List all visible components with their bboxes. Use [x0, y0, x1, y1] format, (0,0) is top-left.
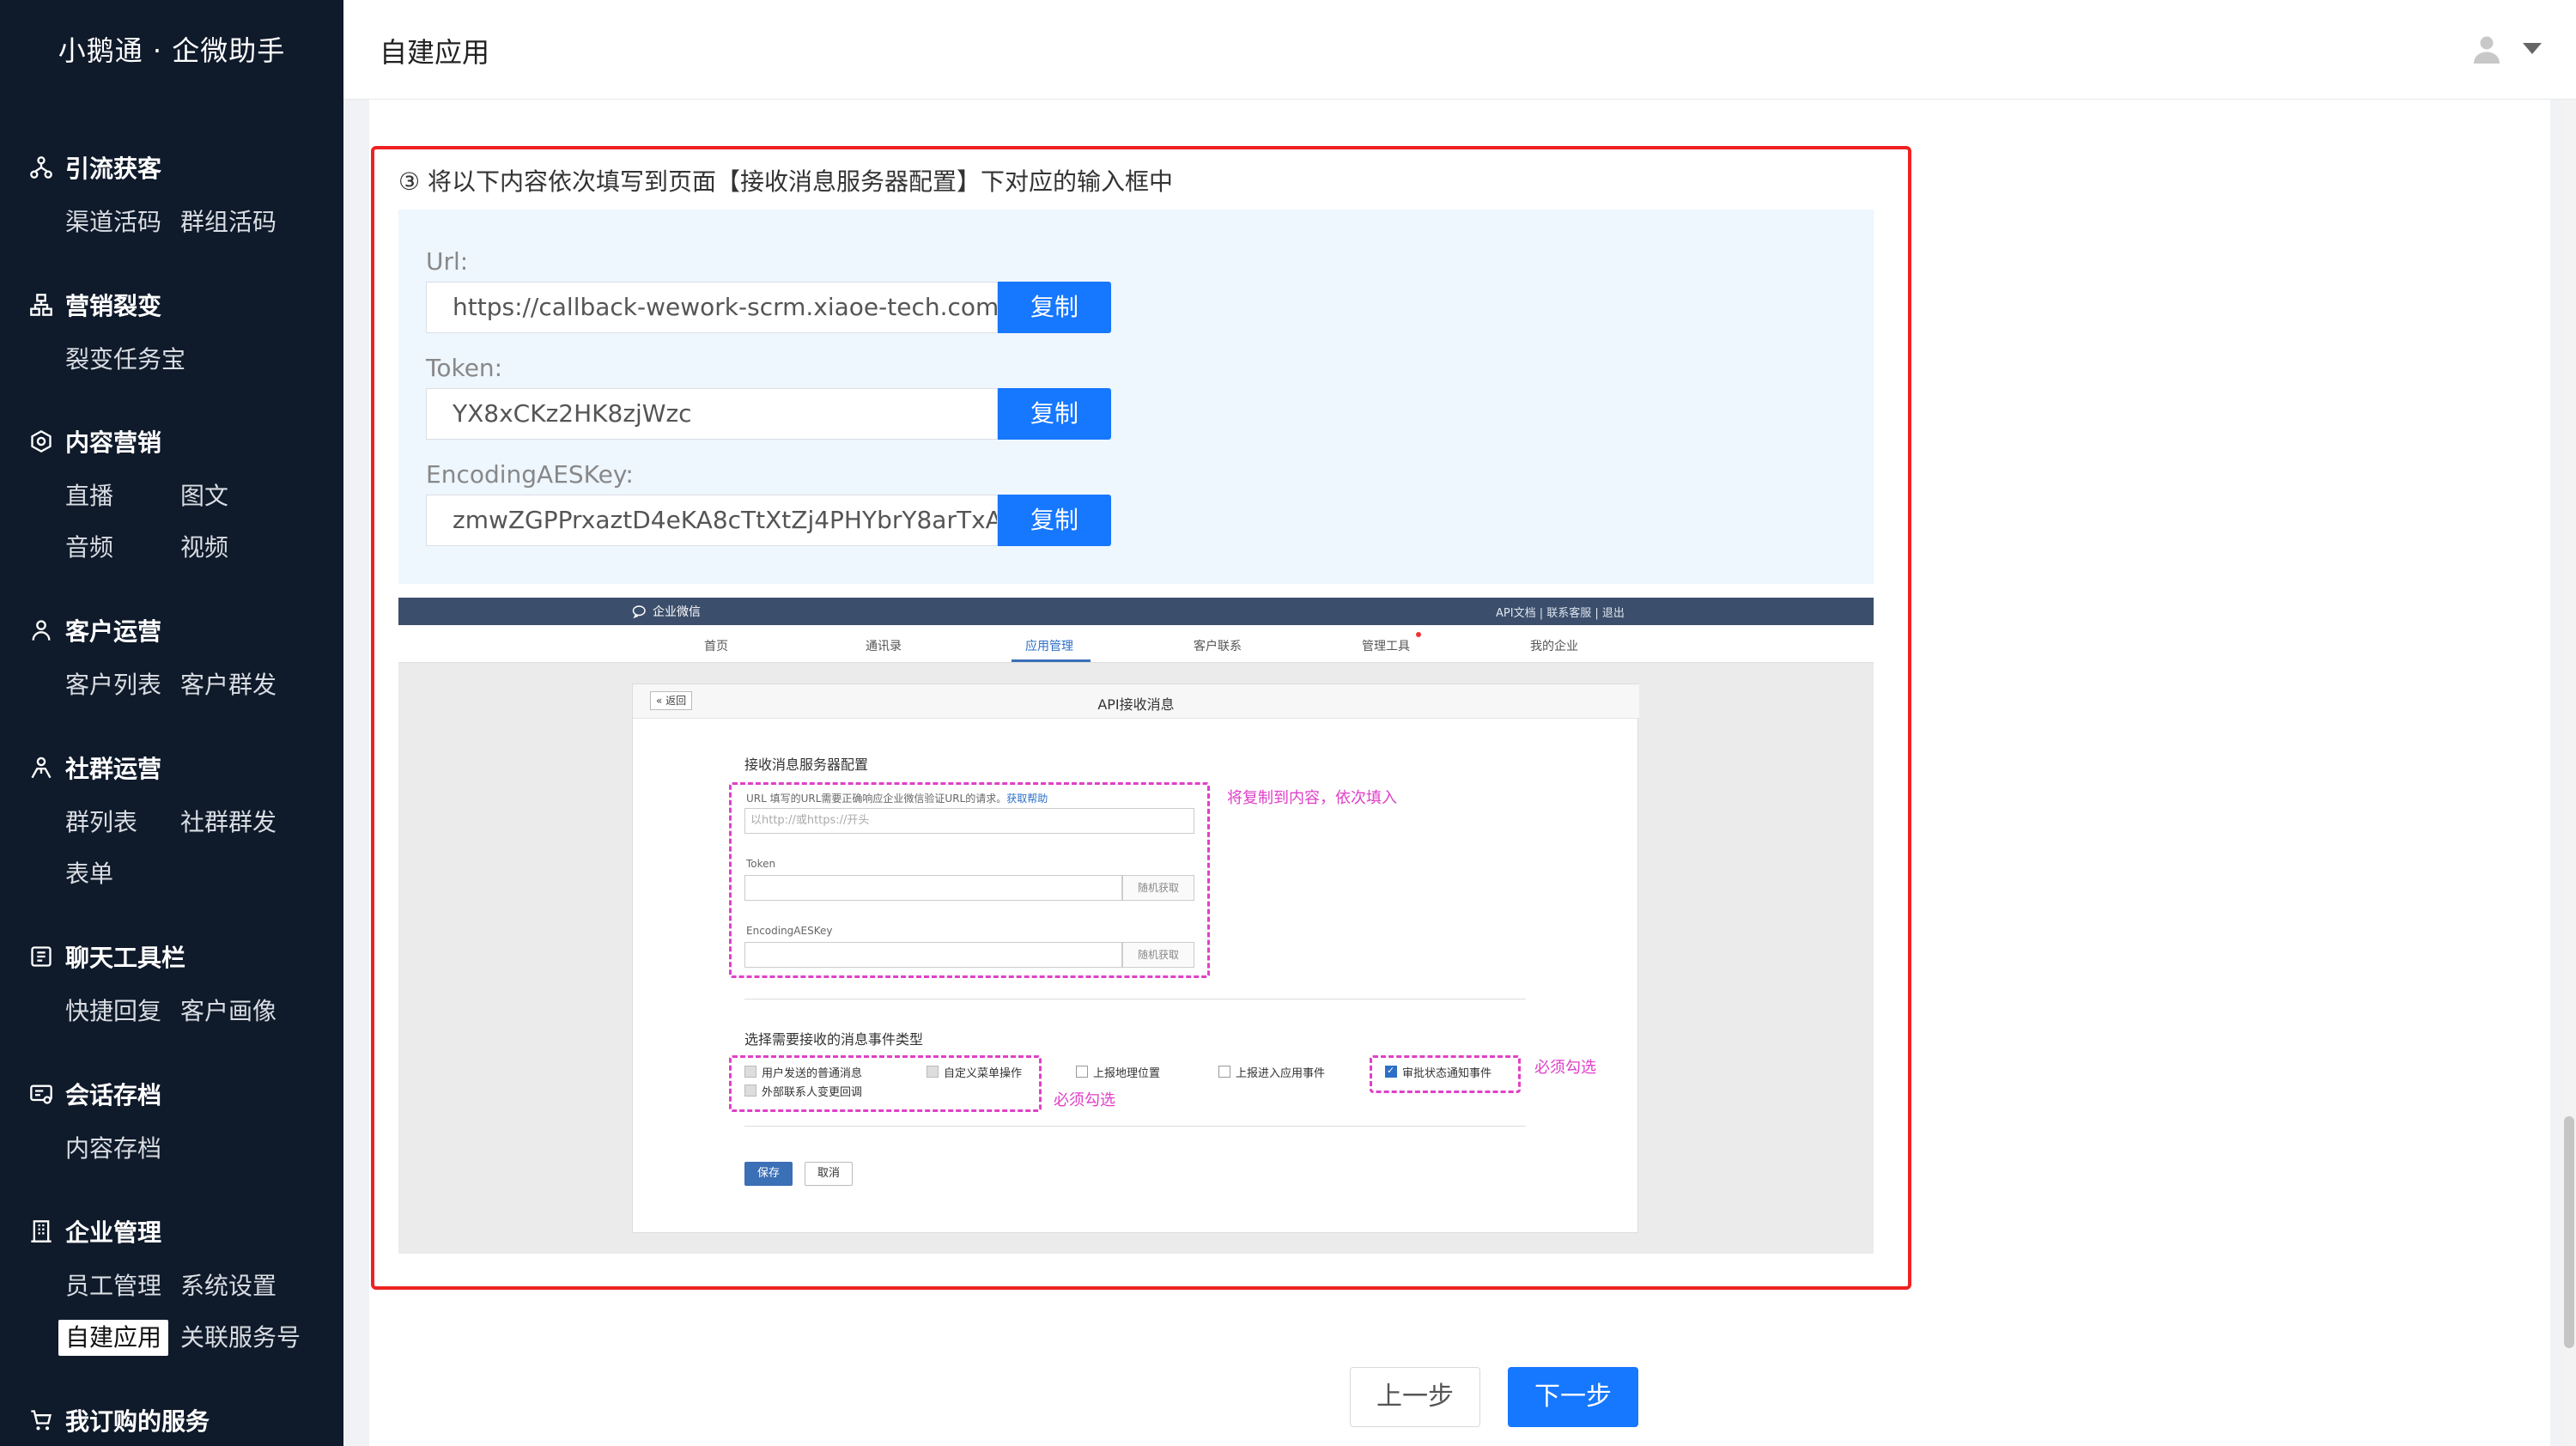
annotation-box-fields	[729, 782, 1210, 978]
aes-key-field[interactable]: zmwZGPPrxaztD4eKA8cTtXtZj4PHYbrY8arTxAhk…	[426, 495, 998, 546]
user-icon	[32, 620, 51, 641]
sidebar-item-group-list[interactable]: 群列表	[65, 805, 137, 841]
sidebar-item-customer-list[interactable]: 客户列表	[65, 667, 161, 703]
sidebar-item-service-account[interactable]: 关联服务号	[180, 1320, 301, 1356]
checkbox-enter-app	[1218, 1066, 1230, 1078]
users-icon	[31, 756, 52, 779]
sidebar-item-staff[interactable]: 员工管理	[65, 1268, 161, 1304]
sidebar-item-form[interactable]: 表单	[65, 856, 113, 892]
tab-underline	[1012, 659, 1091, 662]
event-label: 上报进入应用事件	[1236, 1067, 1326, 1080]
nav-group-title[interactable]: 聊天工具栏	[29, 939, 185, 974]
wecom-tab: 通讯录	[866, 640, 902, 653]
wecom-api-card: « 返回 API接收消息 接收消息服务器配置 URL 填写的URL需要正确响应企…	[632, 684, 1639, 1233]
sidebar-item-group-code[interactable]: 群组活码	[180, 204, 276, 240]
checkbox-location	[1076, 1066, 1088, 1078]
target-icon	[31, 429, 52, 453]
copy-aes-key-button[interactable]: 复制	[998, 495, 1111, 546]
wecom-tab: 管理工具	[1362, 640, 1410, 653]
copy-url-button[interactable]: 复制	[998, 282, 1111, 333]
aes-key-label: EncodingAESKey:	[426, 460, 634, 489]
wecom-tab: 首页	[704, 640, 728, 653]
wecom-top-links: API文档 | 联系客服 | 退出	[1496, 607, 1625, 620]
nav-group-title[interactable]: 引流获客	[29, 150, 161, 185]
sidebar-item-channel-code[interactable]: 渠道活码	[65, 204, 161, 240]
cart-icon	[31, 1410, 52, 1431]
sidebar-item-audio[interactable]: 音频	[65, 530, 113, 566]
nav-group-title[interactable]: 营销裂变	[29, 288, 161, 322]
archive-icon	[30, 1084, 52, 1104]
wecom-tab: 我的企业	[1530, 640, 1578, 653]
nav-group-title[interactable]: 内容营销	[29, 424, 161, 459]
token-field[interactable]: YX8xCKz2HK8zjWzc	[426, 388, 998, 440]
nav-group-title[interactable]: 客户运营	[29, 613, 161, 647]
sidebar-item-fission[interactable]: 裂变任务宝	[65, 342, 185, 378]
wecom-tab-active: 应用管理	[1025, 640, 1073, 653]
sidebar-item-settings[interactable]: 系统设置	[180, 1268, 276, 1304]
event-label: 上报地理位置	[1093, 1067, 1161, 1080]
annotation-must-check: 必须勾选	[1534, 1059, 1596, 1077]
sidebar-item-group-broadcast[interactable]: 社群群发	[180, 805, 276, 841]
sidebar-item-content-archive[interactable]: 内容存档	[65, 1131, 161, 1167]
prev-step-button[interactable]: 上一步	[1350, 1367, 1480, 1427]
reference-screenshot: 企业微信 API文档 | 联系客服 | 退出 首页 通讯录 应用管理 客户联系 …	[398, 598, 1874, 1254]
wecom-nav: 首页 通讯录 应用管理 客户联系 管理工具 我的企业	[398, 625, 1874, 663]
sidebar-item-custom-app[interactable]: 自建应用	[58, 1320, 169, 1356]
sidebar-item-customer-profile[interactable]: 客户画像	[180, 993, 276, 1030]
header: 自建应用	[343, 0, 2576, 100]
chat-bubble-icon	[632, 605, 646, 619]
chevron-down-icon[interactable]	[2523, 43, 2542, 54]
toolbar-icon	[31, 946, 52, 967]
wecom-logo: 企业微信	[632, 603, 701, 620]
annotation-box-approval	[1370, 1055, 1521, 1093]
card-title: API接收消息	[1097, 696, 1175, 713]
annotation-box-events	[729, 1055, 1042, 1112]
section-server-config: 接收消息服务器配置	[744, 756, 869, 773]
copy-token-button[interactable]: 复制	[998, 388, 1111, 440]
page-title: 自建应用	[380, 36, 490, 69]
wecom-topbar: 企业微信 API文档 | 联系客服 | 退出	[398, 598, 1874, 625]
avatar-icon[interactable]	[2471, 33, 2502, 64]
card-header: « 返回 API接收消息	[633, 684, 1639, 719]
brand-title: 小鹅通 · 企微助手	[58, 34, 286, 67]
wecom-save-button: 保存	[744, 1162, 793, 1186]
divider	[744, 1126, 1526, 1127]
next-step-button[interactable]: 下一步	[1508, 1367, 1638, 1427]
wecom-cancel-button: 取消	[805, 1162, 853, 1186]
section-event-types: 选择需要接收的消息事件类型	[744, 1031, 924, 1048]
annotation-must-check: 必须勾选	[1054, 1091, 1115, 1109]
nav-group-title[interactable]: 会话存档	[29, 1077, 161, 1111]
sidebar: 小鹅通 · 企微助手 引流获客 渠道活码 群组活码 营销裂变 裂变任务宝 内容营…	[0, 0, 343, 1446]
scrollbar-thumb[interactable]	[2564, 1116, 2574, 1348]
wecom-tab: 客户联系	[1194, 640, 1242, 653]
nav-group-title[interactable]: 企业管理	[29, 1214, 161, 1249]
sidebar-item-article[interactable]: 图文	[180, 478, 228, 514]
sidebar-item-live[interactable]: 直播	[65, 478, 113, 514]
nav-group-title[interactable]: 我订购的服务	[29, 1403, 210, 1437]
nav-group-title[interactable]: 社群运营	[29, 750, 161, 785]
url-field[interactable]: https://callback-wework-scrm.xiaoe-tech.…	[426, 282, 998, 333]
sidebar-item-quick-reply[interactable]: 快捷回复	[65, 993, 161, 1030]
sitemap-icon	[30, 294, 52, 316]
url-label: Url:	[426, 247, 469, 276]
annotation-fill-note: 将复制到内容，依次填入	[1227, 789, 1397, 807]
token-label: Token:	[426, 354, 503, 382]
sidebar-item-video[interactable]: 视频	[180, 530, 228, 566]
sidebar-item-customer-broadcast[interactable]: 客户群发	[180, 667, 276, 703]
network-icon	[30, 156, 52, 179]
step-instruction: ③ 将以下内容依次填写到页面【接收消息服务器配置】下对应的输入框中	[398, 167, 1174, 196]
building-icon	[31, 1220, 52, 1242]
notification-dot	[1416, 632, 1421, 637]
